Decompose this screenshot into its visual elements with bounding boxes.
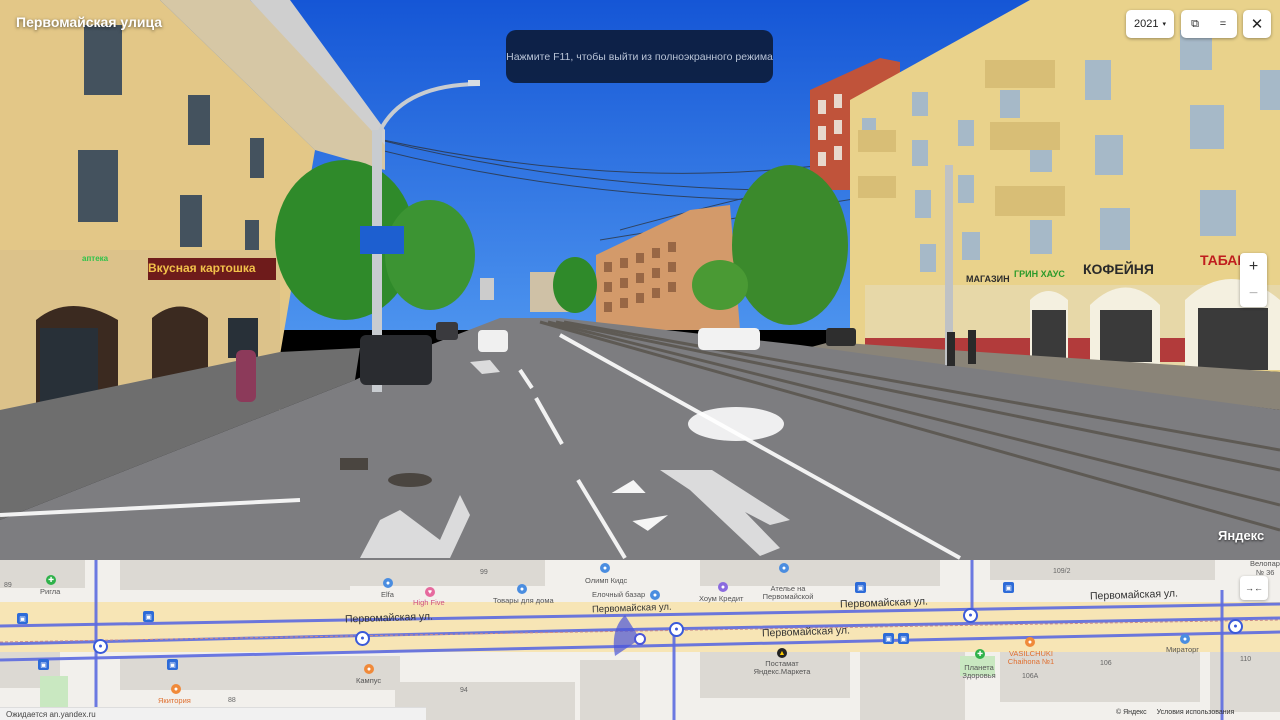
poi-label[interactable]: Товары для дома <box>493 597 554 605</box>
bus-stop-icon[interactable]: ▣ <box>883 633 894 644</box>
poi-label[interactable]: Мираторг <box>1166 646 1199 654</box>
transit-stop-icon[interactable]: ● <box>355 631 370 646</box>
menu-icon[interactable]: = <box>1209 10 1237 38</box>
shop-icon[interactable]: ● <box>650 590 660 600</box>
transit-stop-icon[interactable]: ● <box>963 608 978 623</box>
poi-label[interactable]: Ателье на Первомайской <box>758 585 818 600</box>
poi-label[interactable]: Якитория <box>158 697 191 705</box>
panorama-actions: ⧉ = <box>1181 10 1237 38</box>
poi-label[interactable]: Хоум Кредит <box>699 595 743 603</box>
poi-label[interactable]: Постамат Яндекс.Маркета <box>752 660 812 675</box>
fullscreen-toast: Нажмите F11, чтобы выйти из полноэкранно… <box>506 30 773 83</box>
shop-sign-coffee: КОФЕЙНЯ <box>1083 261 1154 277</box>
shop-icon[interactable]: ● <box>779 563 789 573</box>
poi-label[interactable]: Елочный базар <box>592 591 645 599</box>
transit-stop-icon[interactable]: ● <box>1228 619 1243 634</box>
zoom-control: + − <box>1240 253 1267 307</box>
food-icon[interactable]: ● <box>364 664 374 674</box>
house-number: 89 <box>4 582 12 589</box>
minimap[interactable]: Первомайская ул. Первомайская ул. Первом… <box>0 560 1280 720</box>
bus-stop-icon[interactable]: ▣ <box>143 611 154 622</box>
bus-stop-icon[interactable]: ▣ <box>1003 582 1014 593</box>
poi-label[interactable]: Ригла <box>40 588 60 596</box>
panorama-view[interactable]: аптека Вкусная картошка МАГАЗИН ГРИН ХАУ… <box>0 0 1280 560</box>
panorama-image[interactable] <box>0 0 1280 560</box>
year-value: 2021 <box>1134 18 1159 30</box>
move-target-marker[interactable] <box>688 407 784 441</box>
shop-icon[interactable]: ● <box>600 563 610 573</box>
house-number: 94 <box>460 687 468 694</box>
poi-label[interactable]: Кампус <box>356 677 381 685</box>
house-number: 99 <box>480 569 488 576</box>
map-footer: © Яндекс Условия использования <box>1116 709 1234 716</box>
house-number: 110 <box>1240 656 1252 663</box>
shop-sign-green: ГРИН ХАУС <box>1014 269 1065 279</box>
bus-stop-icon[interactable]: ▣ <box>898 633 909 644</box>
minimap-canvas[interactable] <box>0 560 1280 720</box>
shop-sign-left: Вкусная картошка <box>148 261 256 275</box>
pharmacy-sign: аптека <box>82 254 109 263</box>
food-icon[interactable]: ● <box>171 684 181 694</box>
poi-label[interactable]: Elfa <box>381 591 394 599</box>
food-icon[interactable]: ● <box>1025 637 1035 647</box>
bus-stop-icon[interactable]: ▣ <box>855 582 866 593</box>
bank-icon[interactable]: ● <box>718 582 728 592</box>
street-title: Первомайская улица <box>16 14 163 30</box>
house-number: 106 <box>1100 660 1112 667</box>
poi-label[interactable]: Планета Здоровья <box>958 664 1000 679</box>
transit-stop-icon[interactable]: ● <box>93 639 108 654</box>
bus-stop-icon[interactable]: ▣ <box>38 659 49 670</box>
postamat-icon[interactable]: ▲ <box>777 648 787 658</box>
bus-stop-icon[interactable]: ▣ <box>167 659 178 670</box>
shop-icon[interactable]: ● <box>383 578 393 588</box>
browser-status-bar: Ожидается an.yandex.ru <box>0 707 426 720</box>
terms-link[interactable]: Условия использования <box>1157 709 1235 716</box>
close-button[interactable]: ✕ <box>1243 10 1271 38</box>
transit-stop-icon[interactable]: ● <box>669 622 684 637</box>
poi-label[interactable]: Велопар <box>1250 560 1280 568</box>
zoom-out-button[interactable]: − <box>1240 280 1267 307</box>
pharmacy-icon[interactable]: ✚ <box>975 649 985 659</box>
share-icon[interactable]: ⧉ <box>1181 10 1209 38</box>
shop-icon[interactable]: ● <box>1180 634 1190 644</box>
poi-label[interactable]: Олимп Кидс <box>585 577 627 585</box>
minimap-collapse-button[interactable]: →← <box>1240 576 1268 600</box>
poi-label[interactable]: High Five <box>413 599 445 607</box>
zoom-in-button[interactable]: + <box>1240 253 1267 280</box>
house-number: 88 <box>228 697 236 704</box>
shop-icon[interactable]: ♥ <box>425 587 435 597</box>
footer-copyright: © Яндекс <box>1116 709 1147 716</box>
year-select[interactable]: 2021 ▾ <box>1126 10 1174 38</box>
close-icon: ✕ <box>1250 16 1264 33</box>
house-number: 109/2 <box>1053 568 1071 575</box>
chevron-down-icon: ▾ <box>1162 21 1166 28</box>
pharmacy-icon[interactable]: ✚ <box>46 575 56 585</box>
move-forward-arrow[interactable] <box>611 480 651 493</box>
house-number: 106А <box>1022 673 1039 680</box>
shop-icon[interactable]: ● <box>517 584 527 594</box>
shop-sign-magazin: МАГАЗИН <box>966 274 1010 284</box>
poi-label[interactable]: VASILCHUKI Chaihona №1 <box>1003 650 1059 665</box>
yandex-logo: Яндекс <box>1218 528 1265 543</box>
bus-stop-icon[interactable]: ▣ <box>17 613 28 624</box>
